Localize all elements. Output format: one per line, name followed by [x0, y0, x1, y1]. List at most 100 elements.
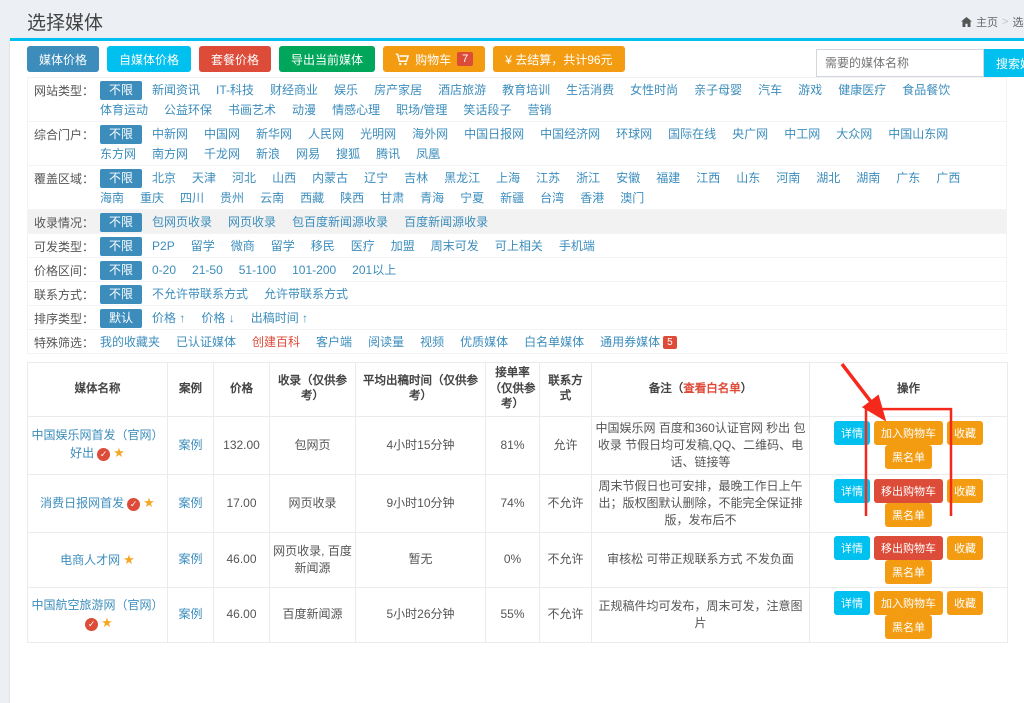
filter-option[interactable]: 湖南	[856, 168, 880, 188]
filter-option[interactable]: 21-50	[192, 260, 223, 280]
filter-option[interactable]: 光明网	[360, 124, 396, 144]
filter-option[interactable]: 动漫	[292, 100, 316, 120]
filter-option[interactable]: 201以上	[352, 260, 396, 280]
filter-option[interactable]: P2P	[152, 236, 175, 256]
filter-option[interactable]: 西藏	[300, 188, 324, 208]
filter-option[interactable]: 搜狐	[336, 144, 360, 164]
cart-button[interactable]: 购物车 7	[383, 46, 485, 72]
package-price-button[interactable]: 套餐价格	[199, 46, 271, 72]
filter-option[interactable]: 中工网	[784, 124, 820, 144]
filter-option[interactable]: 新华网	[256, 124, 292, 144]
filter-option[interactable]: 内蒙古	[312, 168, 348, 188]
filter-option[interactable]: 创建百科	[252, 332, 300, 352]
view-whitelist-link[interactable]: 查看白名单	[683, 383, 741, 395]
media-name-link[interactable]: 电商人才网	[60, 553, 120, 567]
filter-option[interactable]: 辽宁	[364, 168, 388, 188]
case-link[interactable]: 案例	[178, 438, 202, 452]
filter-selected-chip[interactable]: 不限	[100, 81, 142, 100]
self-media-price-button[interactable]: 自媒体价格	[107, 46, 191, 72]
filter-option[interactable]: 允许带联系方式	[264, 284, 348, 304]
filter-option[interactable]: 吉林	[404, 168, 428, 188]
filter-option[interactable]: 青海	[420, 188, 444, 208]
filter-option[interactable]: 环球网	[616, 124, 652, 144]
media-price-button[interactable]: 媒体价格	[27, 46, 99, 72]
filter-option[interactable]: 视频	[420, 332, 444, 352]
filter-option[interactable]: 人民网	[308, 124, 344, 144]
filter-option[interactable]: 书画艺术	[228, 100, 276, 120]
filter-option[interactable]: 食品餐饮	[902, 80, 950, 100]
filter-option[interactable]: 河南	[776, 168, 800, 188]
filter-option[interactable]: 生活消费	[566, 80, 614, 100]
filter-option[interactable]: 宁夏	[460, 188, 484, 208]
filter-option[interactable]: IT-科技	[216, 80, 254, 100]
filter-option[interactable]: 云南	[260, 188, 284, 208]
filter-option[interactable]: 浙江	[576, 168, 600, 188]
checkout-button[interactable]: ¥ 去结算，共计96元	[493, 46, 624, 72]
filter-option[interactable]: 香港	[580, 188, 604, 208]
filter-option[interactable]: 南方网	[152, 144, 188, 164]
filter-option[interactable]: 0-20	[152, 260, 176, 280]
filter-option[interactable]: 留学	[271, 236, 295, 256]
filter-option[interactable]: 加盟	[391, 236, 415, 256]
detail-button[interactable]: 详情	[834, 536, 870, 560]
filter-selected-chip[interactable]: 不限	[100, 285, 142, 304]
filter-option[interactable]: 情感心理	[332, 100, 380, 120]
filter-option[interactable]: 新疆	[500, 188, 524, 208]
filter-option[interactable]: 中新网	[152, 124, 188, 144]
filter-option[interactable]: 海南	[100, 188, 124, 208]
filter-selected-chip[interactable]: 不限	[100, 169, 142, 188]
filter-option[interactable]: 广西	[936, 168, 960, 188]
filter-option[interactable]: 阅读量	[368, 332, 404, 352]
breadcrumb-home[interactable]: 主页	[976, 14, 998, 30]
filter-option[interactable]: 51-100	[239, 260, 276, 280]
filter-option[interactable]: 通用券媒体5	[600, 332, 677, 352]
filter-option[interactable]: 价格 ↓	[201, 308, 234, 328]
search-media-button[interactable]: 搜索媒体	[984, 49, 1024, 77]
filter-option[interactable]: 江苏	[536, 168, 560, 188]
filter-option[interactable]: 中国经济网	[540, 124, 600, 144]
filter-option[interactable]: 天津	[192, 168, 216, 188]
filter-option[interactable]: 笑话段子	[463, 100, 511, 120]
blacklist-button[interactable]: 黑名单	[885, 445, 932, 469]
filter-selected-chip[interactable]: 默认	[100, 309, 142, 328]
filter-option[interactable]: 包百度新闻源收录	[292, 212, 388, 232]
filter-option[interactable]: 财经商业	[270, 80, 318, 100]
filter-option[interactable]: 上海	[496, 168, 520, 188]
filter-option[interactable]: 央广网	[732, 124, 768, 144]
filter-option[interactable]: 台湾	[540, 188, 564, 208]
filter-option[interactable]: 新闻资讯	[152, 80, 200, 100]
case-link[interactable]: 案例	[178, 607, 202, 621]
media-name-link[interactable]: 消费日报网首发	[40, 496, 124, 510]
detail-button[interactable]: 详情	[834, 421, 870, 445]
filter-option[interactable]: 游戏	[798, 80, 822, 100]
filter-option[interactable]: 陕西	[340, 188, 364, 208]
filter-option[interactable]: 房产家居	[374, 80, 422, 100]
blacklist-button[interactable]: 黑名单	[885, 503, 932, 527]
filter-option[interactable]: 体育运动	[100, 100, 148, 120]
filter-option[interactable]: 网页收录	[228, 212, 276, 232]
export-current-media-button[interactable]: 导出当前媒体	[279, 46, 375, 72]
filter-option[interactable]: 中国网	[204, 124, 240, 144]
filter-option[interactable]: 河北	[232, 168, 256, 188]
favorite-button[interactable]: 收藏	[947, 536, 983, 560]
filter-option[interactable]: 公益环保	[164, 100, 212, 120]
filter-option[interactable]: 教育培训	[502, 80, 550, 100]
filter-option[interactable]: 白名单媒体	[524, 332, 584, 352]
filter-option[interactable]: 周末可发	[431, 236, 479, 256]
case-link[interactable]: 案例	[178, 496, 202, 510]
filter-option[interactable]: 中国山东网	[888, 124, 948, 144]
filter-selected-chip[interactable]: 不限	[100, 237, 142, 256]
filter-option[interactable]: 山东	[736, 168, 760, 188]
filter-option[interactable]: 百度新闻源收录	[404, 212, 488, 232]
filter-selected-chip[interactable]: 不限	[100, 213, 142, 232]
filter-option[interactable]: 不允许带联系方式	[152, 284, 248, 304]
filter-option[interactable]: 安徽	[616, 168, 640, 188]
blacklist-button[interactable]: 黑名单	[885, 615, 932, 639]
case-link[interactable]: 案例	[178, 552, 202, 566]
filter-option[interactable]: 网易	[296, 144, 320, 164]
filter-option[interactable]: 女性时尚	[630, 80, 678, 100]
filter-option[interactable]: 客户端	[316, 332, 352, 352]
filter-option[interactable]: 广东	[896, 168, 920, 188]
filter-option[interactable]: 北京	[152, 168, 176, 188]
cart-action-button[interactable]: 加入购物车	[874, 591, 943, 615]
